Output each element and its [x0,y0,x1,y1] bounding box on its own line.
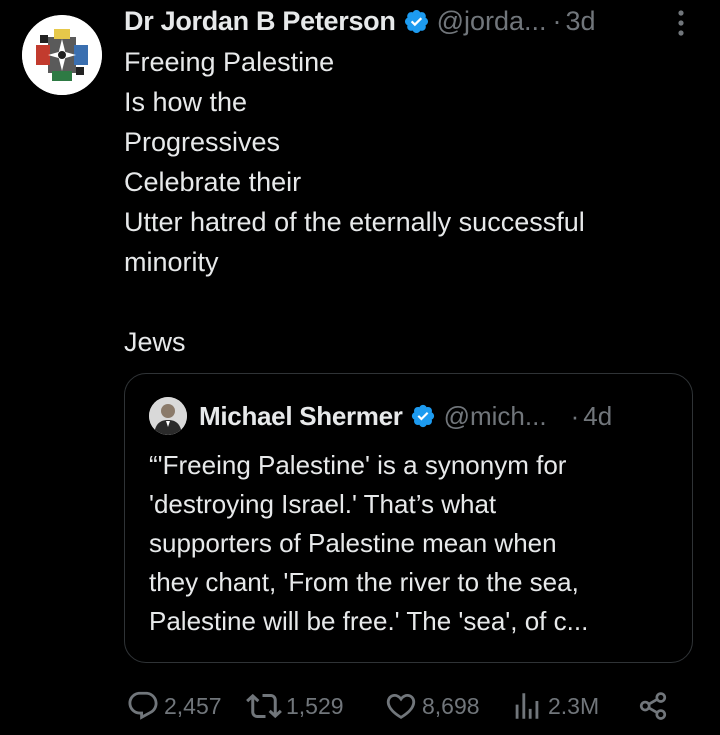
repost-button[interactable]: 1,529 [246,686,344,726]
emblem-avatar-icon [22,15,102,95]
tweet-text-line: Utter hatred of the eternally successful [124,207,585,237]
quoted-text-line: “'Freeing Palestine' is a synonym for [149,450,567,480]
more-vertical-icon[interactable] [674,8,688,38]
quoted-author-name[interactable]: Michael Shermer [199,401,403,432]
repost-icon [246,693,282,719]
like-button[interactable]: 8,698 [384,686,480,726]
quoted-tweet-card[interactable]: Michael Shermer @mich... · 4d “'Freeing … [124,373,693,663]
quoted-text-line: they chant, 'From the river to the sea, [149,567,579,597]
tweet-timestamp[interactable]: 3d [566,6,596,37]
quoted-text-line: supporters of Palestine mean when [149,528,557,558]
author-name[interactable]: Dr Jordan B Peterson [124,6,396,37]
verified-badge-icon [411,404,434,428]
repost-count: 1,529 [286,692,344,719]
verified-badge-icon [404,9,428,33]
quoted-tweet-timestamp[interactable]: 4d [583,401,612,432]
views-chart-icon [515,693,539,719]
separator-dot: · [552,5,562,36]
tweet-text-line: minority [124,247,219,277]
heart-icon [386,693,416,719]
tweet-text-line: Freeing Palestine [124,47,335,77]
share-button[interactable] [636,686,674,726]
quoted-text-line: Palestine will be free.' The 'sea', of c… [149,606,589,636]
like-count: 8,698 [422,692,480,719]
quoted-tweet-header: Michael Shermer @mich... · 4d [149,396,612,436]
view-count: 2.3M [548,692,600,719]
tweet-text-line: Progressives [124,127,281,157]
quoted-text-line: 'destroying Israel.' That’s what [149,489,497,519]
person-avatar-icon [149,397,187,435]
author-handle[interactable]: @jorda... [437,6,547,37]
tweet-header: Dr Jordan B Peterson @jorda... · 3d [124,4,596,38]
share-nodes-icon [639,692,667,720]
quoted-author-handle[interactable]: @mich... [444,401,547,432]
separator-dot: · [570,400,580,431]
tweet-text-line: Celebrate their [124,167,302,197]
action-bar: 2,457 1,529 8,698 2.3M [126,686,686,726]
reply-button[interactable]: 2,457 [126,686,222,726]
tweet[interactable]: Dr Jordan B Peterson @jorda... · 3d Free… [0,0,720,735]
quoted-author-avatar[interactable] [149,397,187,435]
tweet-text-line: Jews [124,327,186,357]
reply-icon [128,691,158,720]
views-button[interactable]: 2.3M [510,686,599,726]
author-avatar[interactable] [22,15,102,95]
tweet-text: Freeing Palestine Is how the Progressive… [124,42,694,362]
tweet-text-line [124,282,694,322]
tweet-text-line: Is how the [124,87,248,117]
quoted-tweet-text: “'Freeing Palestine' is a synonym for 'd… [149,446,679,641]
reply-count: 2,457 [164,692,222,719]
